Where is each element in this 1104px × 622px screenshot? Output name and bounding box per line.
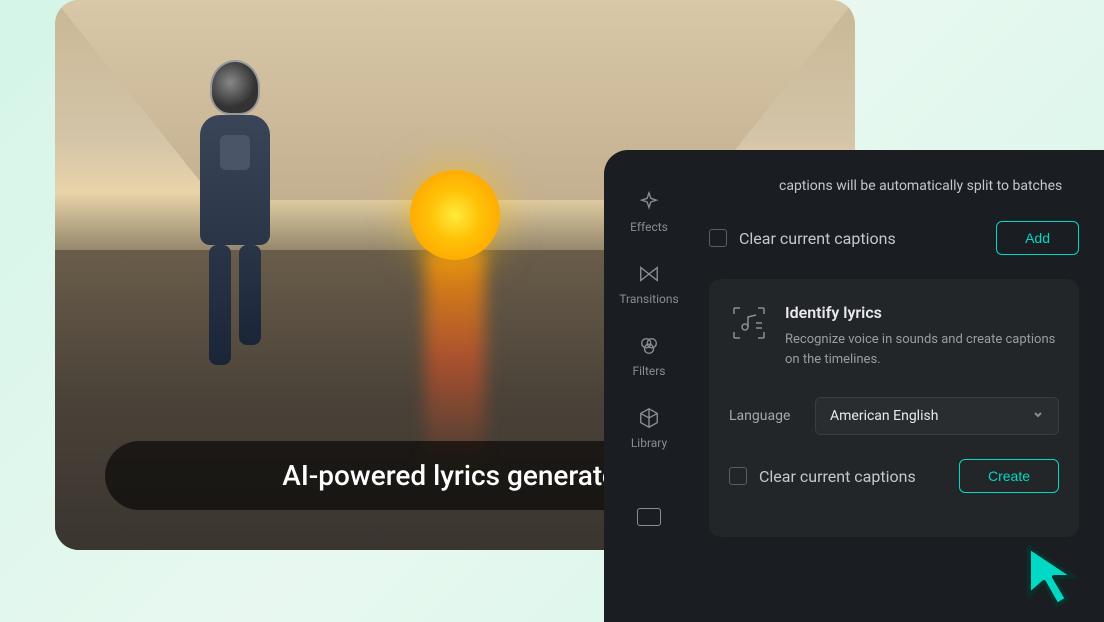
clear-captions-label: Clear current captions [739, 229, 896, 248]
chevron-down-icon [1032, 408, 1044, 424]
info-text: captions will be automatically split to … [709, 175, 1079, 197]
sidebar-item-effects[interactable]: Effects [630, 190, 668, 234]
feature-description: Recognize voice in sounds and create cap… [785, 330, 1059, 369]
cursor-pointer-icon [1019, 537, 1094, 612]
clear-captions-checkbox-2[interactable] [729, 467, 747, 485]
sidebar-item-library[interactable]: Library [631, 406, 667, 450]
bowtie-icon [637, 262, 661, 286]
lyrics-icon [729, 303, 769, 343]
sparkle-icon [637, 190, 661, 214]
language-label: Language [729, 408, 799, 424]
clear-captions-checkbox[interactable] [709, 229, 727, 247]
create-button[interactable]: Create [959, 459, 1059, 493]
language-selected: American English [830, 408, 938, 424]
filters-icon [637, 334, 661, 358]
feature-title: Identify lyrics [785, 303, 1059, 322]
sidebar: Effects Transitions Filters [604, 150, 694, 622]
sidebar-item-filters[interactable]: Filters [632, 334, 665, 378]
sidebar-item-label: Filters [632, 364, 665, 378]
astronaut-figure [175, 60, 295, 380]
cube-icon [637, 406, 661, 430]
sidebar-item-label: Effects [630, 220, 668, 234]
clear-captions-label-2: Clear current captions [759, 467, 916, 486]
sidebar-item-label: Library [631, 436, 667, 450]
sidebar-item-label: Transitions [619, 292, 678, 306]
keyboard-icon [637, 508, 661, 526]
language-dropdown[interactable]: American English [815, 397, 1059, 435]
add-button[interactable]: Add [996, 221, 1079, 255]
identify-lyrics-card: Identify lyrics Recognize voice in sound… [709, 279, 1079, 537]
sidebar-item-keyboard[interactable] [637, 478, 661, 526]
sidebar-item-transitions[interactable]: Transitions [619, 262, 678, 306]
